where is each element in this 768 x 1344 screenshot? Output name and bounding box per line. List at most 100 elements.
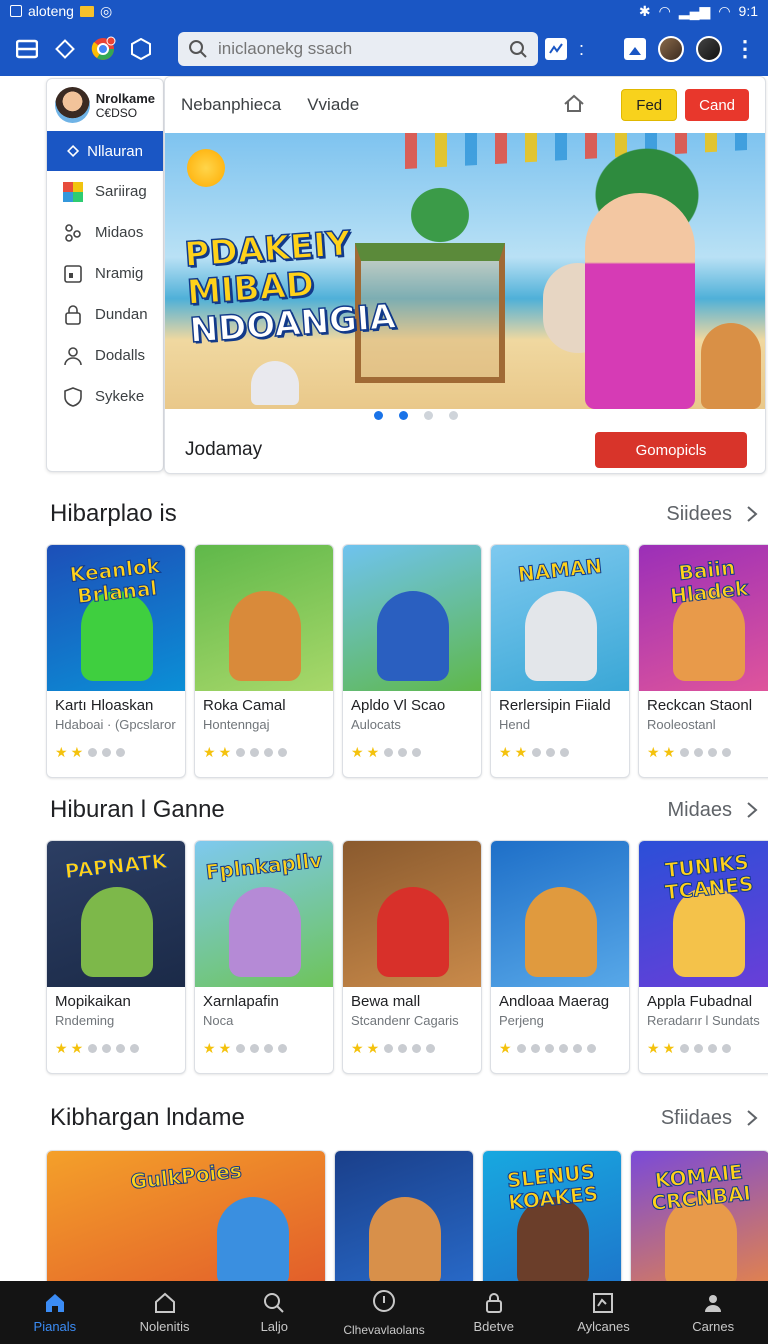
sidebar-item-4[interactable]: Dodalls [47,335,163,376]
game-card[interactable]: NAMAN Rerlersipin Fiiald Hend ★ ★ [490,544,630,778]
rating: ★ ★ [55,1040,177,1057]
rating-dot [558,1044,568,1053]
carousel-dot[interactable] [424,411,433,420]
game-thumbnail[interactable]: TUNIKS TCANES [639,841,768,987]
avatar-secondary[interactable] [696,36,722,62]
home-icon [43,1291,67,1315]
sidebar-item-3[interactable]: Dundan [47,294,163,335]
sidebar-item-label: Midaos [95,224,144,241]
rating: ★ ★ [647,1040,768,1057]
avatar[interactable] [658,36,684,62]
star-icon: ★ [647,1040,660,1056]
rating-dot [130,1044,140,1053]
game-card[interactable]: Baiin Hladek Reckcan Staonl Rooleostanl ★ ★ [638,544,768,778]
chrome-icon[interactable] [88,34,118,64]
hero-banner[interactable]: PDAKEIY MIBAD NDOANGIA [165,133,765,409]
lock-icon [482,1291,506,1315]
game-card[interactable]: PAPNATK Mopikaikan Rndeming ★ ★ [46,840,186,1074]
home-icon[interactable] [563,93,585,118]
sim-icon [10,5,22,17]
people-icon [61,221,85,245]
bottom-nav-item[interactable]: Aylcanes [549,1281,659,1344]
search-bar[interactable] [178,32,538,66]
game-thumbnail[interactable] [343,841,481,987]
game-thumbnail[interactable] [343,545,481,691]
game-card[interactable]: Keanlok Brlanal Kartı Hloaskan Hdaboai · (… [46,544,186,778]
star-icon: ★ [218,1040,232,1056]
star-icon: ★ [499,1040,512,1056]
game-thumbnail[interactable]: Keanlok Brlanal [47,545,185,691]
profile-avatar [55,87,90,123]
hexagon-icon[interactable] [126,34,156,64]
game-thumbnail[interactable]: Baiin Hladek [639,545,768,691]
search-input[interactable] [218,39,498,59]
game-title: Xarnlapafin [203,993,279,1010]
more-dots-icon[interactable]: : [579,39,584,60]
status-left-text: aloteng [28,3,74,19]
bottom-nav-item[interactable]: Nolenitis [110,1281,220,1344]
game-thumbnail[interactable] [491,841,629,987]
voice-search-icon[interactable] [508,39,528,59]
fed-button[interactable]: Fed [621,89,678,121]
bottom-nav-item[interactable]: Bdetve [439,1281,549,1344]
game-title: Rerlersipin Fiiald [499,697,611,714]
game-thumbnail[interactable]: PAPNATK [47,841,185,987]
wifi-icon-2: ◠ [718,2,731,19]
card-row: PAPNATK Mopikaikan Rndeming ★ ★ Fplnkapllv Xar… [46,840,768,1074]
cand-button[interactable]: Cand [685,89,749,121]
bottom-nav-item[interactable]: Clhevavlaolans [329,1281,439,1344]
bottom-nav-item[interactable]: Carnes [658,1281,768,1344]
game-card[interactable]: Bewa mall Stcandenr Cagaris ★ ★ [342,840,482,1074]
game-card[interactable]: Fplnkapllv Xarnlapafin Noca ★ ★ [194,840,334,1074]
game-thumbnail[interactable] [195,545,333,691]
carousel-dot[interactable] [399,411,408,420]
game-card[interactable]: Apldo Vl Scao Aulocats ★ ★ [342,544,482,778]
thumbnail-title: TUNIKS TCANES [663,849,755,905]
game-card[interactable]: TUNIKS TCANES Appla Fubadnal Reradarır l S… [638,840,768,1074]
rating-dot [412,1044,422,1053]
star-icon: ★ [203,1040,216,1056]
carousel-dot[interactable] [449,411,458,420]
sidebar-item-5[interactable]: Sykeke [47,376,163,417]
bottom-nav-label: Laljo [260,1319,289,1334]
menu-icon[interactable] [12,34,42,64]
tab-1[interactable]: Vviade [307,95,359,115]
rating-dot [102,748,112,757]
game-card[interactable]: Andloaa Maerag Perjeng ★ [490,840,630,1074]
carousel-dots[interactable] [165,411,717,420]
game-card[interactable]: Roka Camal Hontenngaj ★ ★ [194,544,334,778]
game-title: Kartı Hloaskan [55,697,154,714]
rating-dot [722,748,732,757]
diamond-icon [67,144,80,158]
sidebar-item-1[interactable]: Midaos [47,212,163,253]
overflow-menu-icon[interactable]: ⋮ [734,36,756,62]
sidebar-item-2[interactable]: Nramig [47,253,163,294]
character-illustration [217,1197,289,1287]
thumbnail-title: Keanlok Brlanal [68,553,162,609]
see-more-link[interactable]: Midaes [668,799,758,822]
see-more-link[interactable]: Sfiidaes [661,1107,758,1130]
activity-icon[interactable] [544,38,567,60]
cta-button[interactable]: Gomopicls [595,432,747,468]
character-illustration [525,591,597,681]
shield-icon [61,385,85,409]
diamond-icon[interactable] [50,34,80,64]
lock-icon [61,303,85,327]
bottom-nav-item[interactable]: Laljo [219,1281,329,1344]
carousel-dot[interactable] [374,411,383,420]
window-icon [61,262,85,286]
upload-icon[interactable] [624,38,646,60]
game-thumbnail[interactable]: NAMAN [491,545,629,691]
game-subtitle: Noca [203,1013,234,1028]
chevron-right-icon [747,1110,758,1126]
profile[interactable]: Nrolkame C€DSO [47,79,163,131]
game-thumbnail[interactable]: Fplnkapllv [195,841,333,987]
bottom-nav-label: Aylcanes [577,1319,630,1334]
card-meta: Bewa mall Stcandenr Cagaris ★ ★ [343,987,481,1073]
tab-0[interactable]: Nebanphieca [181,95,281,115]
rating-dot [572,1044,582,1053]
sidebar-item-active[interactable]: Nllauran [47,131,163,171]
sidebar-item-0[interactable]: Sariirag [47,171,163,212]
bottom-nav-item[interactable]: Pianals [0,1281,110,1344]
see-more-link[interactable]: Siidees [666,503,758,526]
